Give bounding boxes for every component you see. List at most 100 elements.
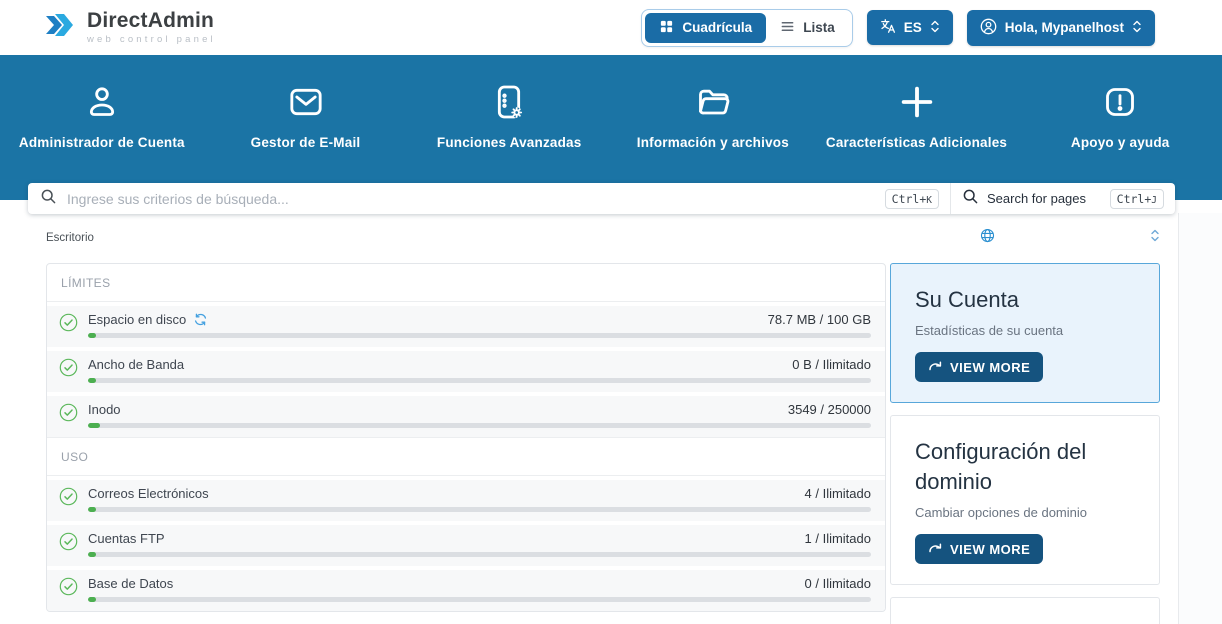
breadcrumb-row: Escritorio [0, 214, 1222, 259]
card-subtitle: Cambiar opciones de dominio [915, 504, 1135, 522]
grid-view-label: Cuadrícula [682, 20, 752, 35]
view-more-button[interactable]: VIEW MORE [915, 534, 1043, 564]
card-messages: Mensajes Messages, tickets and ticket re… [890, 597, 1160, 624]
grid-view-button[interactable]: Cuadrícula [645, 13, 766, 43]
document-gear-icon [407, 82, 611, 122]
search-shortcut-badge: Ctrl+K [885, 189, 939, 209]
user-icon [0, 82, 204, 122]
nav-item-advanced-features[interactable]: Funciones Avanzadas [407, 55, 611, 150]
domain-selector[interactable] [980, 226, 1160, 250]
card-subtitle: Estadísticas de su cuenta [915, 322, 1135, 340]
language-label: ES [904, 20, 922, 35]
check-circle-icon [59, 358, 78, 382]
language-selector[interactable]: ES [867, 10, 953, 45]
card-title: Configuración del dominio [915, 437, 1135, 496]
breadcrumb[interactable]: Escritorio [46, 232, 94, 244]
list-view-label: Lista [803, 20, 835, 35]
list-view-button[interactable]: Lista [766, 13, 849, 43]
user-menu-button[interactable]: Hola, Mypanelhost [967, 10, 1155, 46]
logo-chevrons-icon [40, 6, 78, 49]
usage-section: USO Correos Electrónicos 4 / Ilimitado [47, 437, 885, 611]
redo-arrow-icon [928, 541, 942, 557]
check-circle-icon [59, 313, 78, 337]
check-circle-icon [59, 577, 78, 601]
plus-icon [815, 82, 1019, 122]
stat-label: Base de Datos [88, 576, 173, 591]
section-title-usage: USO [61, 450, 88, 464]
search-for-pages-button[interactable]: Search for pages Ctrl+J [950, 183, 1175, 214]
side-cards: Su Cuenta Estadísticas de su cuenta VIEW… [890, 263, 1160, 624]
folder-icon [611, 82, 815, 122]
progress-bar [88, 507, 871, 512]
pages-shortcut-badge: Ctrl+J [1110, 189, 1164, 209]
user-menu-label: Hola, Mypanelhost [1005, 20, 1124, 35]
stat-value: 0 / Ilimitado [805, 576, 871, 591]
search-input[interactable] [67, 191, 875, 207]
nav-item-account-manager[interactable]: Administrador de Cuenta [0, 55, 204, 150]
nav-item-label: Información y archivos [611, 135, 815, 150]
stat-row-database: Base de Datos 0 / Ilimitado [47, 570, 885, 611]
limits-section: LÍMITES Espacio en disco [47, 264, 885, 437]
nav-item-support-help[interactable]: Apoyo y ayuda [1018, 55, 1222, 150]
search-pages-label: Search for pages [987, 191, 1086, 206]
check-circle-icon [59, 532, 78, 556]
global-search: Ctrl+K [28, 183, 950, 214]
card-title: Su Cuenta [915, 285, 1135, 315]
logo-title: DirectAdmin [87, 10, 216, 31]
globe-icon [980, 228, 995, 248]
stat-label: Correos Electrónicos [88, 486, 209, 501]
section-title-limits: LÍMITES [61, 276, 110, 290]
stat-row-disk-space: Espacio en disco 78.7 MB / 100 GB [47, 306, 885, 347]
stat-label: Inodo [88, 402, 121, 417]
refresh-icon[interactable] [194, 313, 207, 326]
sort-chevrons-icon [1150, 229, 1160, 247]
top-bar: DirectAdmin web control panel Cuadrícula [0, 0, 1222, 55]
nav-item-files-info[interactable]: Información y archivos [611, 55, 815, 150]
top-controls: Cuadrícula Lista ES [641, 9, 1155, 47]
stat-value: 78.7 MB / 100 GB [768, 312, 871, 327]
search-icon [40, 188, 57, 210]
nav-item-label: Gestor de E-Mail [204, 135, 408, 150]
chevron-updown-icon [1132, 20, 1142, 36]
nav-item-extra-features[interactable]: Características Adicionales [815, 55, 1019, 150]
main-nav-band: Administrador de Cuenta Gestor de E-Mail [0, 55, 1222, 200]
progress-bar [88, 333, 871, 338]
list-icon [780, 19, 795, 37]
progress-bar [88, 552, 871, 557]
stat-label: Cuentas FTP [88, 531, 165, 546]
nav-item-email-manager[interactable]: Gestor de E-Mail [204, 55, 408, 150]
stats-card: LÍMITES Espacio en disco [46, 263, 886, 612]
check-circle-icon [59, 487, 78, 511]
progress-bar [88, 597, 871, 602]
search-panel: Ctrl+K Search for pages Ctrl+J [28, 183, 1175, 214]
stat-value: 0 B / Ilimitado [792, 357, 871, 372]
redo-arrow-icon [928, 359, 942, 375]
chevron-updown-icon [930, 20, 940, 36]
stat-row-bandwidth: Ancho de Banda 0 B / Ilimitado [47, 351, 885, 392]
stat-row-inode: Inodo 3549 / 250000 [47, 396, 885, 437]
check-circle-icon [59, 403, 78, 427]
grid-icon [659, 19, 674, 37]
view-more-button[interactable]: VIEW MORE [915, 352, 1043, 382]
user-circle-icon [980, 18, 997, 38]
directadmin-logo[interactable]: DirectAdmin web control panel [40, 6, 216, 49]
stat-label: Espacio en disco [88, 312, 186, 327]
view-toggle-group: Cuadrícula Lista [641, 9, 852, 47]
stat-value: 1 / Ilimitado [805, 531, 871, 546]
stat-value: 3549 / 250000 [788, 402, 871, 417]
translate-icon [880, 18, 896, 37]
search-icon [962, 188, 979, 210]
nav-item-label: Funciones Avanzadas [407, 135, 611, 150]
card-your-account: Su Cuenta Estadísticas de su cuenta VIEW… [890, 263, 1160, 403]
progress-bar [88, 423, 871, 428]
alert-square-icon [1018, 82, 1222, 122]
logo-subtitle: web control panel [87, 34, 216, 45]
card-domain-setup: Configuración del dominio Cambiar opcion… [890, 415, 1160, 585]
stat-label: Ancho de Banda [88, 357, 184, 372]
nav-item-label: Administrador de Cuenta [0, 135, 204, 150]
stat-row-emails: Correos Electrónicos 4 / Ilimitado [47, 480, 885, 521]
progress-bar [88, 378, 871, 383]
main-content: LÍMITES Espacio en disco [0, 259, 1222, 624]
mail-icon [204, 82, 408, 122]
scrollbar-gutter[interactable] [1178, 213, 1222, 624]
